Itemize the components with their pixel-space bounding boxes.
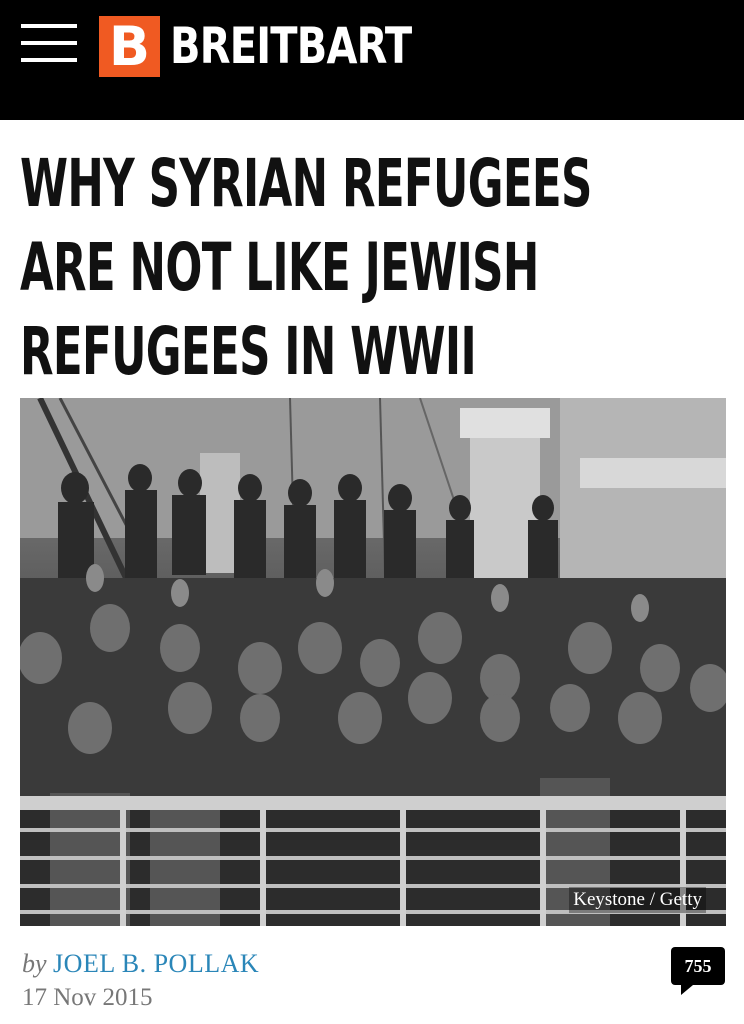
comment-count-button[interactable]: 755 [671,947,725,995]
photo-illustration [20,398,726,926]
article-headline: WHY SYRIAN REFUGEES ARE NOT LIKE JEWISH … [20,142,680,394]
comment-count: 755 [684,955,712,976]
headline-line: REFUGEES IN WWII [20,313,477,390]
headline-line: ARE NOT LIKE JEWISH [20,229,539,306]
menu-line [21,41,77,45]
breitbart-logo-text[interactable]: BREITBART [170,14,412,78]
image-credit: Keystone / Getty [569,887,706,913]
author-link[interactable]: JOEL B. POLLAK [53,949,259,978]
menu-line [21,58,77,62]
menu-line [21,24,77,28]
top-navigation-bar: B BREITBART [0,0,744,120]
article-photo: Keystone / Getty [20,398,726,926]
hamburger-menu-icon[interactable] [21,24,77,62]
breitbart-logo-mark[interactable]: B [99,16,160,77]
article-byline: by JOEL B. POLLAK [22,948,259,980]
publish-date: 17 Nov 2015 [22,984,153,1011]
byline-prefix: by [22,949,47,978]
headline-line: WHY SYRIAN REFUGEES [20,145,592,222]
